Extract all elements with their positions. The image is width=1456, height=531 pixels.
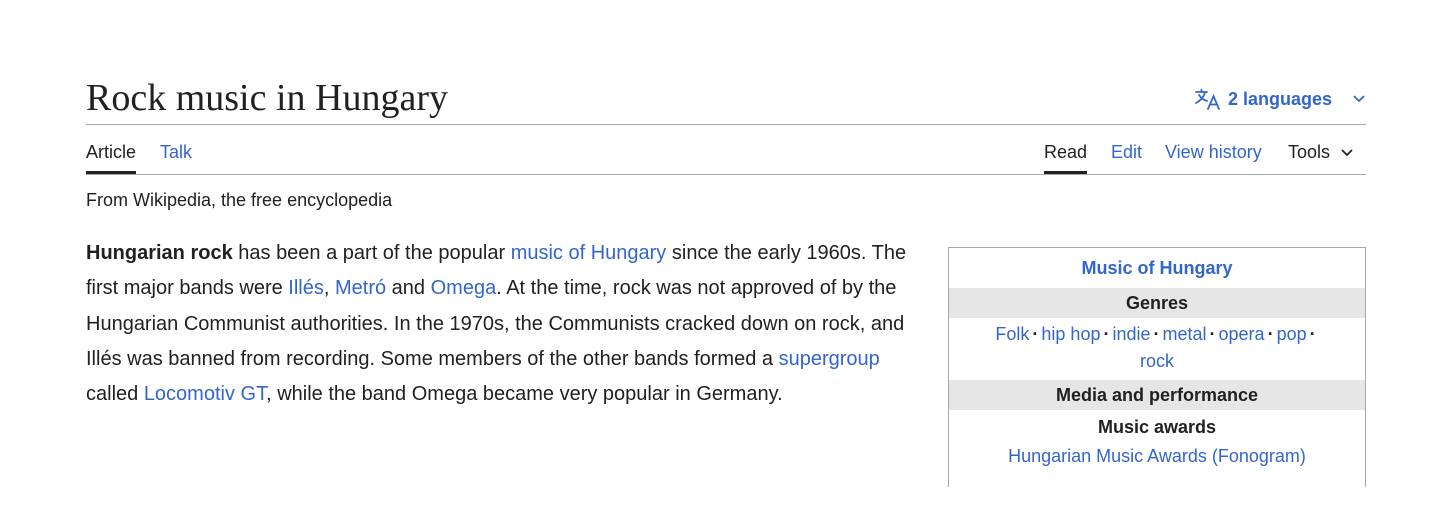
genre-link[interactable]: rock bbox=[1140, 351, 1174, 371]
link-illes[interactable]: Illés bbox=[288, 277, 324, 299]
text-segment: has been a part of the popular bbox=[232, 242, 511, 264]
text-segment: called bbox=[86, 383, 144, 406]
separator: · bbox=[1153, 324, 1160, 344]
link-omega[interactable]: Omega bbox=[431, 277, 497, 299]
link-hungarian-music-awards[interactable]: Hungarian Music Awards (Fonogram) bbox=[1008, 446, 1306, 466]
tab-read[interactable]: Read bbox=[1044, 126, 1088, 174]
infobox-genres-header: Genres bbox=[949, 288, 1365, 318]
genre-link[interactable]: opera bbox=[1219, 324, 1265, 344]
page-header: Rock music in Hungary 2 languages bbox=[86, 76, 1366, 125]
article-paragraph: Hungarian rock has been a part of the po… bbox=[86, 236, 926, 412]
genre-link[interactable]: pop bbox=[1277, 324, 1307, 344]
tab-tools[interactable]: Tools bbox=[1288, 126, 1354, 174]
infobox-awards-subheader: Music awards bbox=[1097, 417, 1217, 437]
genre-link[interactable]: indie bbox=[1112, 324, 1150, 344]
tab-article[interactable]: Article bbox=[86, 126, 137, 174]
genre-link[interactable]: hip hop bbox=[1041, 324, 1100, 344]
genre-link[interactable]: metal bbox=[1163, 324, 1207, 344]
page-tabs: Article Talk Read Edit View history Tool… bbox=[86, 126, 1366, 175]
separator: · bbox=[1309, 324, 1316, 344]
separator: · bbox=[1209, 324, 1216, 344]
tools-label: Tools bbox=[1288, 142, 1331, 162]
site-tagline: From Wikipedia, the free encyclopedia bbox=[86, 190, 393, 210]
chevron-down-icon bbox=[1340, 142, 1354, 163]
languages-button[interactable]: 2 languages bbox=[1194, 86, 1366, 112]
separator: · bbox=[1267, 324, 1274, 344]
link-supergroup[interactable]: supergroup bbox=[779, 348, 880, 370]
bold-lead: Hungarian rock bbox=[86, 242, 233, 264]
tab-edit[interactable]: Edit bbox=[1111, 126, 1142, 174]
infobox-title[interactable]: Music of Hungary bbox=[949, 248, 1365, 288]
languages-label: 2 languages bbox=[1227, 88, 1332, 109]
infobox-media-header: Media and performance bbox=[949, 380, 1365, 410]
translate-icon bbox=[1194, 88, 1222, 110]
text-segment: and bbox=[386, 277, 431, 300]
link-metro[interactable]: Metró bbox=[335, 277, 386, 299]
genre-link[interactable]: Folk bbox=[995, 324, 1029, 344]
separator: · bbox=[1032, 324, 1039, 344]
page-title: Rock music in Hungary bbox=[86, 77, 449, 119]
link-locomotiv-gt[interactable]: Locomotiv GT bbox=[144, 383, 266, 405]
infobox-genres-list: Folk · hip hop · indie · metal · opera · pop · rock bbox=[949, 318, 1365, 380]
separator: · bbox=[1103, 324, 1110, 344]
tab-talk[interactable]: Talk bbox=[160, 126, 192, 174]
text-segment: , while the band Omega became very popul… bbox=[266, 383, 783, 406]
text-segment: , bbox=[323, 277, 335, 300]
tab-view-history[interactable]: View history bbox=[1165, 126, 1262, 174]
link-music-of-hungary[interactable]: music of Hungary bbox=[511, 242, 667, 264]
infobox: Music of Hungary Genres Folk · hip hop · ind… bbox=[948, 247, 1366, 487]
chevron-down-icon bbox=[1352, 94, 1366, 104]
infobox-title-link[interactable]: Music of Hungary bbox=[1081, 258, 1232, 278]
